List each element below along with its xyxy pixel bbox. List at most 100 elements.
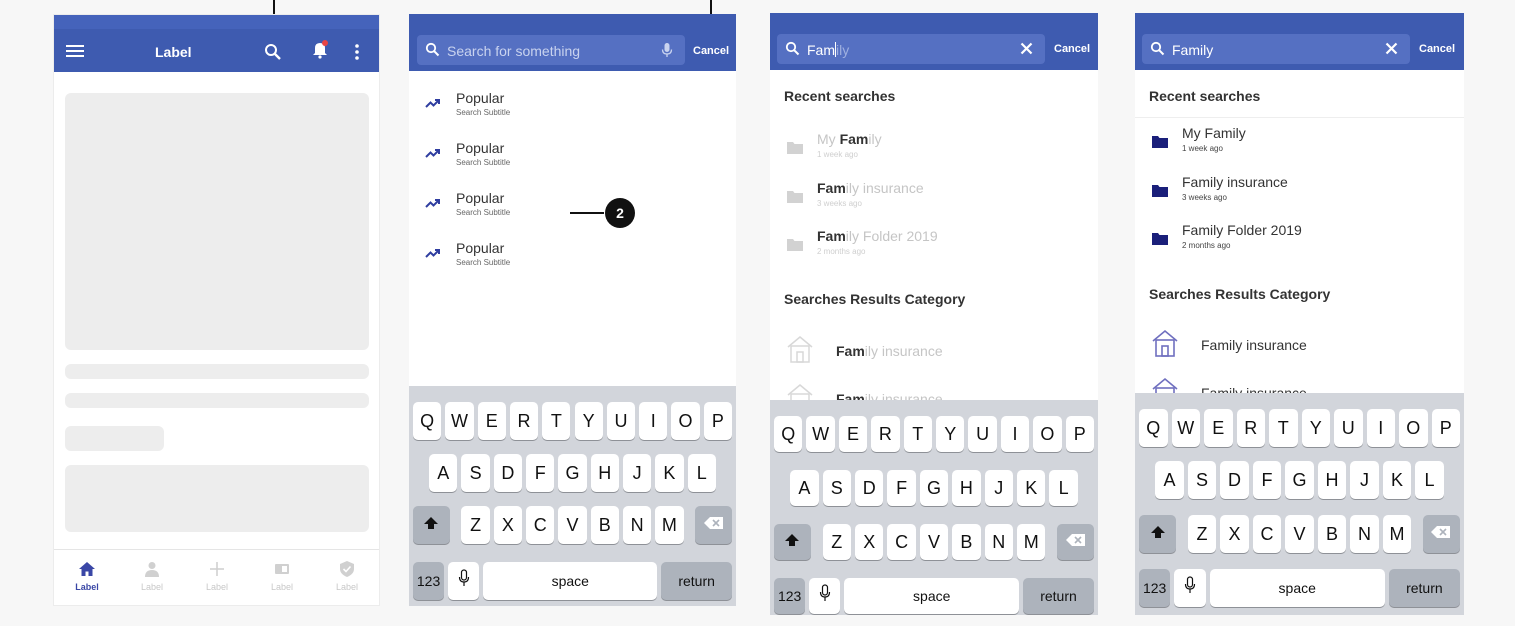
key-j[interactable]: J — [1350, 461, 1379, 499]
key-u[interactable]: U — [968, 416, 997, 452]
key-g[interactable]: G — [558, 454, 587, 492]
key-e[interactable]: E — [838, 416, 868, 452]
microphone-key[interactable] — [809, 578, 841, 614]
more-vert-icon[interactable] — [354, 43, 374, 61]
key-i[interactable]: I — [1000, 416, 1030, 452]
key-w[interactable]: W — [445, 402, 474, 440]
key-c[interactable]: C — [526, 506, 555, 544]
key-e[interactable]: E — [1204, 409, 1233, 447]
key-d[interactable]: D — [855, 470, 884, 506]
key-j[interactable]: J — [984, 470, 1013, 506]
microphone-key[interactable] — [1174, 569, 1206, 607]
key-e[interactable]: E — [477, 402, 506, 440]
key-i[interactable]: I — [1366, 409, 1395, 447]
backspace-key[interactable] — [695, 506, 732, 544]
numbers-key[interactable]: 123 — [774, 578, 806, 614]
key-d[interactable]: D — [1220, 461, 1249, 499]
space-key[interactable]: space — [483, 562, 658, 600]
key-y[interactable]: Y — [936, 416, 965, 452]
numbers-key[interactable]: 123 — [413, 562, 445, 600]
key-a[interactable]: A — [429, 454, 458, 492]
key-r[interactable]: R — [509, 402, 539, 440]
search-input[interactable]: Family — [777, 34, 1045, 64]
backspace-key[interactable] — [1422, 515, 1460, 553]
key-h[interactable]: H — [1317, 461, 1347, 499]
key-c[interactable]: C — [887, 524, 916, 560]
key-y[interactable]: Y — [574, 402, 603, 440]
cancel-button[interactable]: Cancel — [1419, 43, 1455, 55]
key-z[interactable]: Z — [1187, 515, 1217, 553]
key-c[interactable]: C — [1252, 515, 1282, 553]
key-f[interactable]: F — [526, 454, 555, 492]
key-d[interactable]: D — [493, 454, 523, 492]
key-g[interactable]: G — [1285, 461, 1314, 499]
key-l[interactable]: L — [1415, 461, 1444, 499]
tab-add[interactable]: Label — [192, 560, 242, 592]
space-key[interactable]: space — [1209, 569, 1385, 607]
key-p[interactable]: P — [1431, 409, 1460, 447]
space-key[interactable]: space — [844, 578, 1019, 614]
key-s[interactable]: S — [822, 470, 851, 506]
key-m[interactable]: M — [655, 506, 684, 544]
key-q[interactable]: Q — [1139, 409, 1168, 447]
key-y[interactable]: Y — [1301, 409, 1330, 447]
key-g[interactable]: G — [919, 470, 949, 506]
clear-icon[interactable] — [1020, 42, 1033, 60]
bell-icon[interactable] — [310, 39, 330, 59]
key-w[interactable]: W — [1171, 409, 1200, 447]
key-z[interactable]: Z — [461, 506, 490, 544]
key-f[interactable]: F — [887, 470, 916, 506]
shift-key[interactable] — [774, 524, 811, 560]
cancel-button[interactable]: Cancel — [1054, 43, 1090, 55]
key-b[interactable]: B — [590, 506, 619, 544]
numbers-key[interactable]: 123 — [1139, 569, 1171, 607]
key-h[interactable]: H — [590, 454, 619, 492]
key-a[interactable]: A — [790, 470, 819, 506]
key-t[interactable]: T — [542, 402, 571, 440]
key-o[interactable]: O — [1033, 416, 1062, 452]
key-o[interactable]: O — [671, 402, 700, 440]
key-l[interactable]: L — [1049, 470, 1078, 506]
key-p[interactable]: P — [703, 402, 732, 440]
key-n[interactable]: N — [984, 524, 1013, 560]
key-p[interactable]: P — [1065, 416, 1094, 452]
key-n[interactable]: N — [622, 506, 652, 544]
cancel-button[interactable]: Cancel — [693, 45, 729, 57]
key-v[interactable]: V — [1285, 515, 1314, 553]
shift-key[interactable] — [413, 506, 450, 544]
key-q[interactable]: Q — [774, 416, 803, 452]
tab-profile[interactable]: Label — [127, 560, 177, 592]
return-key[interactable]: return — [661, 562, 732, 600]
key-o[interactable]: O — [1399, 409, 1428, 447]
menu-icon[interactable] — [66, 43, 86, 61]
key-s[interactable]: S — [461, 454, 490, 492]
key-b[interactable]: B — [952, 524, 981, 560]
key-x[interactable]: X — [493, 506, 523, 544]
key-u[interactable]: U — [606, 402, 636, 440]
key-x[interactable]: X — [855, 524, 884, 560]
key-n[interactable]: N — [1350, 515, 1379, 553]
key-a[interactable]: A — [1155, 461, 1184, 499]
return-key[interactable]: return — [1388, 569, 1460, 607]
key-i[interactable]: I — [639, 402, 668, 440]
search-input[interactable]: Search for something — [417, 35, 685, 65]
key-w[interactable]: W — [806, 416, 835, 452]
key-t[interactable]: T — [1269, 409, 1298, 447]
key-x[interactable]: X — [1220, 515, 1249, 553]
key-z[interactable]: Z — [822, 524, 851, 560]
tab-security[interactable]: Label — [322, 560, 372, 592]
return-key[interactable]: return — [1023, 578, 1094, 614]
key-m[interactable]: M — [1017, 524, 1046, 560]
key-m[interactable]: M — [1382, 515, 1412, 553]
key-v[interactable]: V — [919, 524, 949, 560]
key-s[interactable]: S — [1187, 461, 1217, 499]
key-t[interactable]: T — [903, 416, 932, 452]
key-k[interactable]: K — [1017, 470, 1046, 506]
key-r[interactable]: R — [871, 416, 900, 452]
key-r[interactable]: R — [1236, 409, 1265, 447]
key-f[interactable]: F — [1252, 461, 1282, 499]
search-icon[interactable] — [264, 43, 284, 61]
key-u[interactable]: U — [1334, 409, 1363, 447]
key-k[interactable]: K — [1382, 461, 1412, 499]
key-l[interactable]: L — [687, 454, 716, 492]
